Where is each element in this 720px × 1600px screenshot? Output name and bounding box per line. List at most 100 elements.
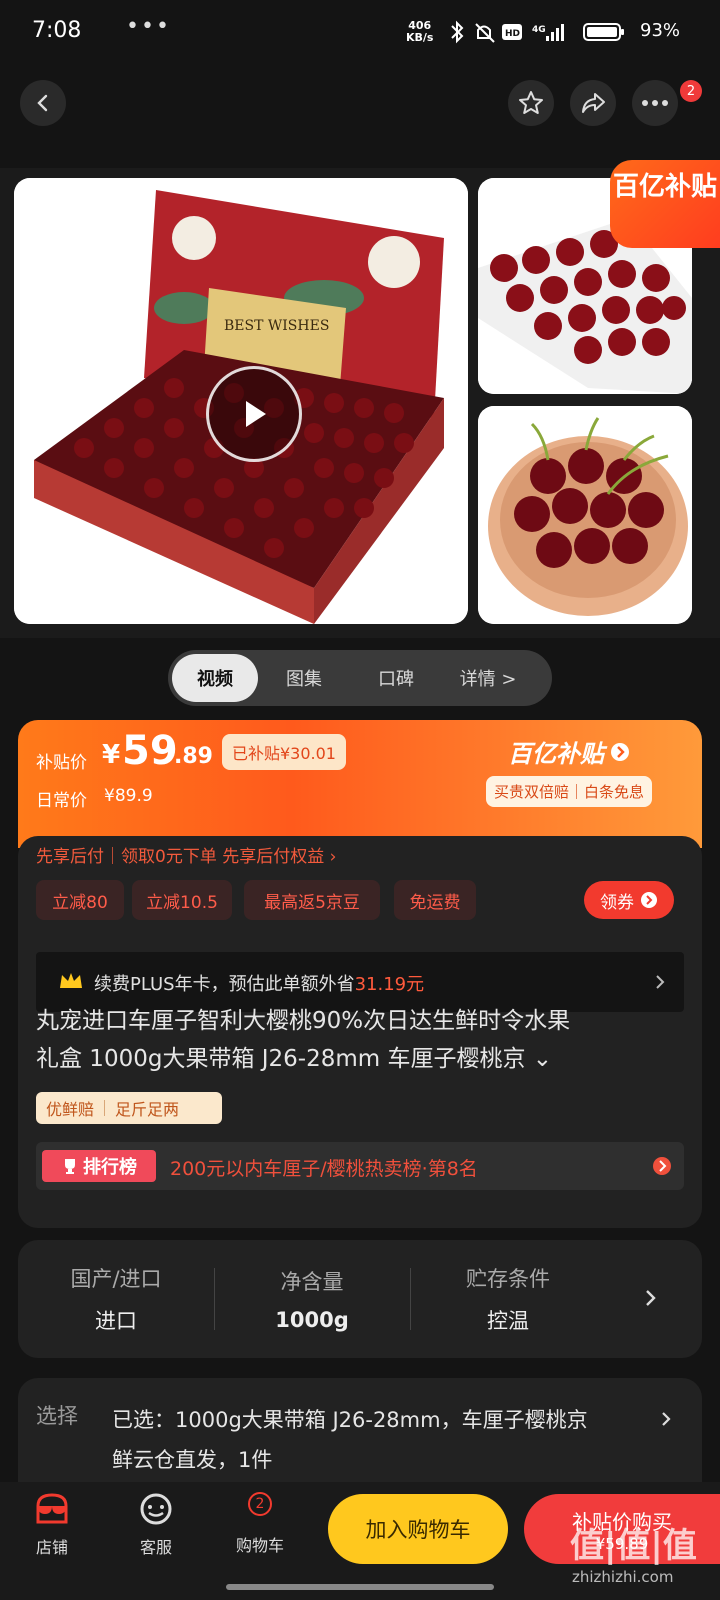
spec-origin-label: 国产/进口: [70, 1267, 162, 1291]
spec-storage-label: 贮存条件: [466, 1267, 550, 1291]
star-icon: [519, 91, 543, 114]
tab-reviews[interactable]: 口碑: [350, 654, 442, 702]
cherries-in-bowl-image: [478, 406, 692, 624]
product-gallery[interactable]: BEST WISHES: [0, 168, 720, 792]
store-icon: [36, 1493, 68, 1524]
ranking-row[interactable]: 排行榜 200元以内车厘子/樱桃热卖榜·第8名: [36, 1142, 684, 1190]
subsidy-price-label: 补贴价: [36, 753, 87, 773]
watermark-url: zhizhizhi.com: [572, 1568, 674, 1586]
play-video-button[interactable]: [206, 366, 302, 462]
customer-service-label: 客服: [139, 1538, 172, 1557]
signal-icon: [546, 24, 564, 41]
product-title[interactable]: 丸宠进口车厘子智利大樱桃90%次日达生鲜时令水果 礼盒 1000g大果带箱 J2…: [36, 1002, 696, 1078]
spec-origin: 国产/进口 进口: [18, 1240, 214, 1358]
chevron-right-icon: [646, 1290, 656, 1306]
network-type: 4G: [532, 25, 546, 35]
service-tag-weight: 足斤足两: [115, 1100, 180, 1119]
hd-icon: HD: [502, 24, 522, 40]
subsidized-amount-chip: 已补贴¥30.01: [222, 734, 346, 770]
trophy-icon: [65, 1159, 75, 1174]
mute-icon: [475, 23, 495, 43]
spec-net-weight: 净含量 1000g: [214, 1240, 410, 1358]
share-button[interactable]: [570, 80, 616, 126]
favorite-button[interactable]: [508, 80, 554, 126]
get-coupon-button[interactable]: 领券: [584, 881, 674, 919]
bluetooth-icon: [451, 20, 464, 44]
spec-storage: 贮存条件 控温: [410, 1240, 606, 1358]
chevron-right-icon: [656, 975, 665, 989]
spec-net-weight-label: 净含量: [280, 1270, 344, 1294]
status-more-dots: •••: [126, 14, 171, 39]
chevron-right-icon: [662, 1412, 671, 1426]
more-icon: [642, 100, 668, 106]
coupon-chip-3[interactable]: 最高返5京豆: [244, 880, 380, 920]
subsidy-brand-text: 百亿补贴: [508, 740, 604, 768]
tab-video[interactable]: 视频: [172, 654, 258, 702]
cart-count-badge: 2: [248, 1492, 272, 1516]
selection-line-2: 鲜云仓直发，1件: [112, 1448, 273, 1472]
plus-saving-amount: 31.19元: [354, 974, 425, 995]
price-currency: ¥: [102, 740, 121, 770]
battery-icon: [583, 23, 624, 41]
subsidy-brand-link[interactable]: 百亿补贴: [508, 734, 630, 769]
battery-percent: 93%: [640, 20, 681, 41]
coupon-chip-1[interactable]: 立减80: [36, 880, 124, 920]
chevron-right-circle-icon: [653, 1157, 671, 1175]
product-title-line-2: 礼盒 1000g大果带箱 J26-28mm 车厘子樱桃京 ⌄: [36, 1046, 553, 1072]
status-icons: HD 4G: [451, 20, 624, 44]
tab-gallery[interactable]: 图集: [258, 654, 350, 702]
spec-storage-value: 控温: [487, 1309, 529, 1333]
price-banner: 补贴价 ¥ 59 .89 已补贴¥30.01 日常价 ¥89.9 百亿补贴 买贵…: [18, 720, 702, 848]
regular-price: ¥89.9: [104, 786, 153, 806]
price-integer: 59: [122, 728, 178, 774]
back-button[interactable]: [20, 80, 66, 126]
play-icon: [246, 401, 266, 427]
price-decimal: .89: [174, 744, 213, 769]
media-tabs: 视频 图集 口碑 详情 >: [168, 650, 552, 706]
status-bar: 7:08 ••• 406 KB/s HD 4G 93%: [0, 0, 720, 64]
store-button[interactable]: 店铺: [22, 1492, 82, 1558]
home-indicator: [226, 1584, 494, 1590]
network-speed: 406 KB/s: [406, 20, 433, 44]
get-coupon-label: 领券: [600, 892, 634, 913]
product-info-card: 先享后付｜领取0元下单 先享后付权益 › 立减80 立减10.5 最高返5京豆 …: [18, 836, 702, 1228]
main-video-thumbnail[interactable]: BEST WISHES: [14, 178, 468, 624]
notification-badge: 2: [680, 80, 702, 102]
selection-value: 已选：1000g大果带箱 J26-28mm，车厘子樱桃京 鲜云仓直发，1件: [112, 1400, 588, 1480]
store-label: 店铺: [35, 1538, 68, 1557]
hd-text: HD: [505, 29, 520, 39]
selection-row[interactable]: 选择 已选：1000g大果带箱 J26-28mm，车厘子樱桃京 鲜云仓直发，1件: [18, 1378, 702, 1498]
regular-price-label: 日常价: [36, 791, 87, 811]
cart-button[interactable]: 2 购物车: [230, 1492, 290, 1556]
coupon-chip-4[interactable]: 免运费: [394, 880, 476, 920]
chevron-left-icon: [37, 94, 48, 112]
status-time: 7:08: [32, 18, 82, 43]
ranking-text: 200元以内车厘子/樱桃热卖榜·第8名: [170, 1158, 478, 1180]
pay-later-link[interactable]: 先享后付｜领取0元下单 先享后付权益 ›: [36, 842, 336, 867]
service-tags: 优鲜赔 足斤足两: [36, 1092, 222, 1124]
gallery-thumbnail-2[interactable]: [478, 406, 692, 624]
cart-label: 购物车: [235, 1536, 284, 1555]
customer-service-icon: [140, 1493, 172, 1525]
coupon-chip-2[interactable]: 立减10.5: [132, 880, 232, 920]
chevron-right-circle-icon: [611, 742, 629, 761]
service-tag-fresh: 优鲜赔: [46, 1100, 95, 1119]
product-title-line-1: 丸宠进口车厘子智利大樱桃90%次日达生鲜时令水果: [36, 1008, 571, 1034]
more-menu-button[interactable]: [632, 80, 678, 126]
share-icon: [582, 93, 605, 113]
price-guarantee: 买贵双倍赔｜白条免息: [486, 776, 653, 807]
network-speed-unit: KB/s: [406, 31, 434, 44]
crown-icon: [60, 973, 82, 988]
ranking-badge-text: 排行榜: [83, 1157, 137, 1178]
plus-prefix: 续费PLUS年卡，预估此单额外省: [94, 974, 355, 995]
box-label-text: BEST WISHES: [224, 318, 329, 334]
tab-details[interactable]: 详情 >: [442, 654, 534, 702]
spec-summary-card[interactable]: 国产/进口 进口 净含量 1000g 贮存条件 控温: [18, 1240, 702, 1358]
selection-line-1: 已选：1000g大果带箱 J26-28mm，车厘子樱桃京: [112, 1408, 588, 1432]
customer-service-button[interactable]: 客服: [126, 1492, 186, 1558]
subsidy-corner-tag: 百亿补贴: [610, 160, 720, 248]
spec-origin-value: 进口: [95, 1309, 137, 1333]
add-to-cart-button[interactable]: 加入购物车: [328, 1494, 508, 1564]
chevron-right-circle-icon: [641, 892, 657, 908]
spec-net-weight-value: 1000g: [275, 1308, 349, 1332]
